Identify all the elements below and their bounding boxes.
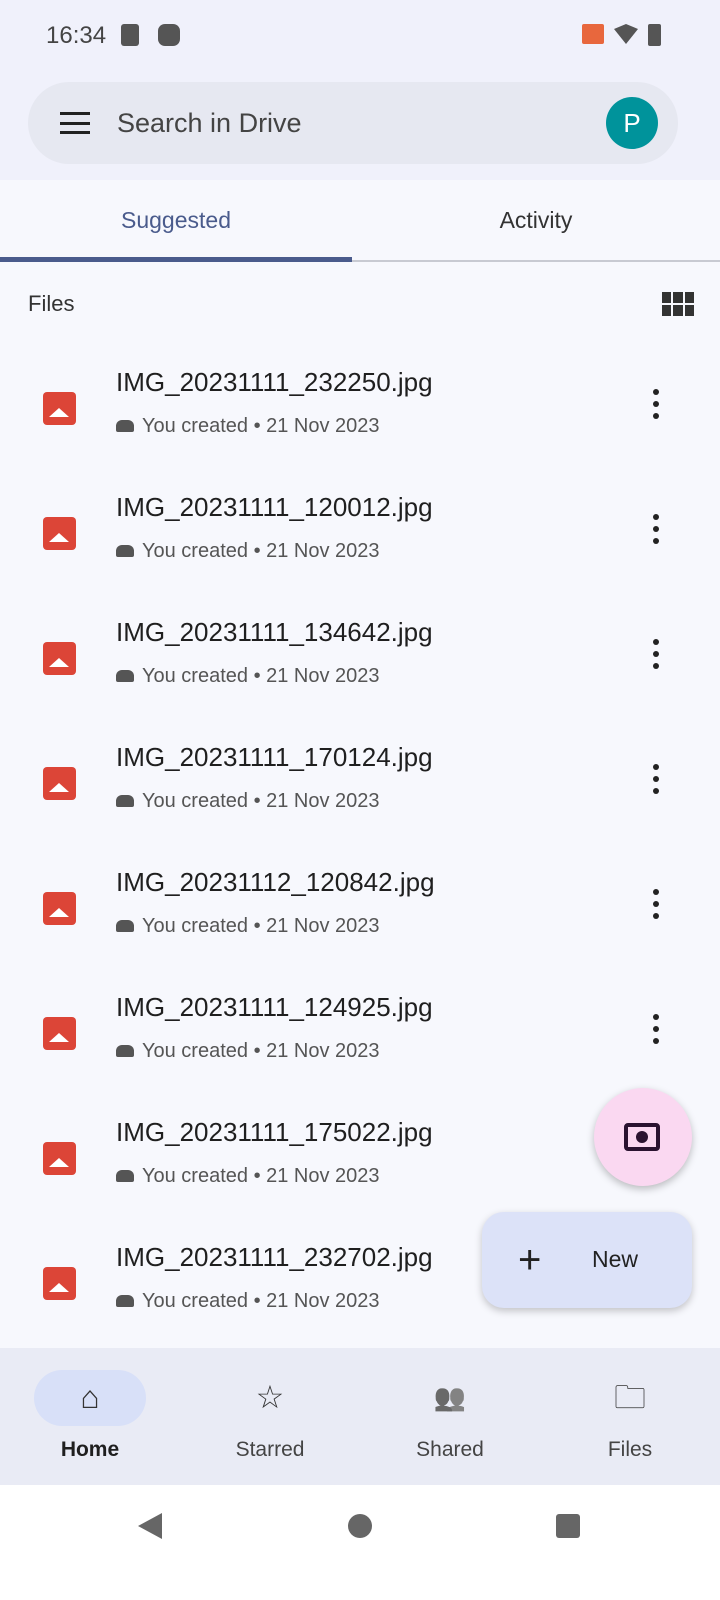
file-row[interactable]: IMG_20231111_232250.jpg You created • 21… (0, 345, 720, 470)
home-icon: ⌂ (80, 1379, 100, 1415)
image-file-icon (43, 517, 76, 550)
system-navigation (0, 1485, 720, 1600)
file-meta: You created • 21 Nov 2023 (116, 790, 380, 813)
file-meta-text: You created • 21 Nov 2023 (142, 415, 380, 437)
file-meta: You created • 21 Nov 2023 (116, 1040, 380, 1063)
cast-icon (582, 24, 604, 44)
folder-icon: 🗀 (613, 1379, 646, 1415)
image-file-icon (43, 1017, 76, 1050)
camera-scan-button[interactable] (594, 1088, 692, 1186)
star-icon: ☆ (255, 1379, 285, 1415)
file-meta-text: You created • 21 Nov 2023 (142, 540, 380, 562)
file-meta: You created • 21 Nov 2023 (116, 1290, 380, 1313)
shared-people-icon (116, 420, 134, 432)
file-name: IMG_20231111_232702.jpg (116, 1242, 433, 1272)
shared-people-icon (116, 1170, 134, 1182)
file-row[interactable]: IMG_20231112_120842.jpg You created • 21… (0, 845, 720, 970)
shared-people-icon (116, 1045, 134, 1057)
search-bar[interactable]: Search in Drive P (28, 82, 678, 164)
image-file-icon (43, 892, 76, 925)
nav-label: Home (60, 1438, 120, 1461)
tab-activity[interactable]: Activity (352, 180, 720, 260)
image-file-icon (43, 392, 76, 425)
status-bar: 16:34 Search in Drive P (0, 0, 720, 180)
more-options-icon[interactable] (652, 1014, 660, 1044)
nav-label: Starred (235, 1438, 305, 1461)
shared-people-icon (116, 545, 134, 557)
home-system-icon[interactable] (348, 1514, 372, 1538)
plus-icon: + (518, 1238, 542, 1282)
file-meta-text: You created • 21 Nov 2023 (142, 1165, 380, 1187)
recents-icon[interactable] (556, 1514, 580, 1538)
file-name: IMG_20231111_134642.jpg (116, 617, 433, 647)
nav-shared[interactable]: 👥 Shared (360, 1348, 540, 1485)
file-meta: You created • 21 Nov 2023 (116, 1165, 380, 1188)
image-file-icon (43, 1142, 76, 1175)
shared-people-icon (116, 670, 134, 682)
section-label: Files (28, 291, 75, 316)
tab-suggested[interactable]: Suggested (0, 180, 352, 260)
avatar[interactable]: P (606, 97, 658, 149)
more-options-icon[interactable] (652, 889, 660, 919)
shared-people-icon (116, 920, 134, 932)
search-input[interactable]: Search in Drive (117, 108, 302, 139)
file-meta-text: You created • 21 Nov 2023 (142, 1290, 380, 1312)
file-meta-text: You created • 21 Nov 2023 (142, 790, 380, 812)
image-file-icon (43, 767, 76, 800)
file-meta-text: You created • 21 Nov 2023 (142, 1040, 380, 1062)
tab-bar: Suggested Activity (0, 180, 720, 262)
tab-indicator (0, 257, 352, 262)
menu-icon[interactable] (60, 112, 90, 134)
new-button[interactable]: + New (482, 1212, 692, 1308)
file-name: IMG_20231111_170124.jpg (116, 742, 433, 772)
sim-alert-icon (121, 24, 139, 46)
back-icon[interactable] (138, 1513, 162, 1539)
more-options-icon[interactable] (652, 389, 660, 419)
bottom-navigation: ⌂ Home ☆ Starred 👥 Shared 🗀 Files (0, 1348, 720, 1485)
image-file-icon (43, 642, 76, 675)
notification-icon (158, 24, 180, 46)
file-name: IMG_20231111_175022.jpg (116, 1117, 433, 1147)
file-row[interactable]: IMG_20231111_120012.jpg You created • 21… (0, 470, 720, 595)
shared-people-icon (116, 1295, 134, 1307)
new-label: New (592, 1246, 639, 1272)
file-name: IMG_20231112_120842.jpg (116, 867, 435, 897)
status-time: 16:34 (46, 22, 107, 49)
nav-starred[interactable]: ☆ Starred (180, 1348, 360, 1485)
nav-files[interactable]: 🗀 Files (540, 1348, 720, 1485)
file-name: IMG_20231111_120012.jpg (116, 492, 433, 522)
people-icon: 👥 (433, 1382, 467, 1412)
file-row[interactable]: IMG_20231111_134642.jpg You created • 21… (0, 595, 720, 720)
file-name: IMG_20231111_124925.jpg (116, 992, 433, 1022)
wifi-icon (614, 24, 638, 44)
image-file-icon (43, 1267, 76, 1300)
nav-label: Files (607, 1438, 653, 1461)
file-meta: You created • 21 Nov 2023 (116, 540, 380, 563)
grid-view-icon[interactable] (662, 292, 694, 316)
file-name: IMG_20231111_232250.jpg (116, 367, 433, 397)
nav-home[interactable]: ⌂ Home (0, 1348, 180, 1485)
camera-icon (624, 1123, 660, 1151)
more-options-icon[interactable] (652, 639, 660, 669)
shared-people-icon (116, 795, 134, 807)
file-meta: You created • 21 Nov 2023 (116, 915, 380, 938)
more-options-icon[interactable] (652, 764, 660, 794)
file-meta-text: You created • 21 Nov 2023 (142, 665, 380, 687)
file-meta: You created • 21 Nov 2023 (116, 665, 380, 688)
nav-label: Shared (416, 1438, 484, 1461)
battery-icon (648, 24, 661, 46)
file-meta-text: You created • 21 Nov 2023 (142, 915, 380, 937)
file-meta: You created • 21 Nov 2023 (116, 415, 380, 438)
more-options-icon[interactable] (652, 514, 660, 544)
file-row[interactable]: IMG_20231111_170124.jpg You created • 21… (0, 720, 720, 845)
file-row[interactable]: IMG_20231111_124925.jpg You created • 21… (0, 970, 720, 1095)
